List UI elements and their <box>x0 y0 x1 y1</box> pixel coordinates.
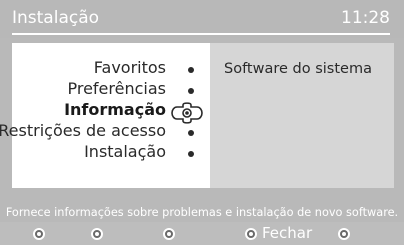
yellow-button-icon[interactable] <box>163 228 175 240</box>
menu-panel: Favoritos Preferências Informação Restri… <box>0 43 210 188</box>
navigation-cross-icon <box>171 102 203 124</box>
blue-button-icon[interactable] <box>245 228 257 240</box>
bullet-dot-icon <box>188 88 194 94</box>
menu-item-instalacao[interactable]: Instalação <box>84 142 166 161</box>
bullet-dot-icon <box>188 151 194 157</box>
help-hint: Fornece informações sobre problemas e in… <box>5 206 399 219</box>
menu-item-restricoes-de-acesso[interactable]: Restrições de acesso <box>0 121 166 140</box>
bullet-dot-icon <box>188 130 194 136</box>
bullet-dot-icon <box>188 67 194 73</box>
green-button-icon[interactable] <box>91 228 103 240</box>
menu-item-preferencias[interactable]: Preferências <box>67 79 166 98</box>
menu-item-informacao[interactable]: Informação <box>64 100 166 119</box>
bottom-bar: Fechar <box>0 222 404 245</box>
red-button-icon[interactable] <box>33 228 45 240</box>
option-button-icon[interactable] <box>338 228 350 240</box>
title-divider <box>12 33 390 35</box>
info-text: Software do sistema <box>224 61 372 77</box>
close-button-label[interactable]: Fechar <box>262 224 312 242</box>
menu-item-favoritos[interactable]: Favoritos <box>94 58 166 77</box>
info-panel: Software do sistema <box>210 43 394 188</box>
clock: 11:28 <box>341 8 390 28</box>
title-bar: Instalação 11:28 <box>0 0 404 38</box>
page-title: Instalação <box>12 8 100 28</box>
